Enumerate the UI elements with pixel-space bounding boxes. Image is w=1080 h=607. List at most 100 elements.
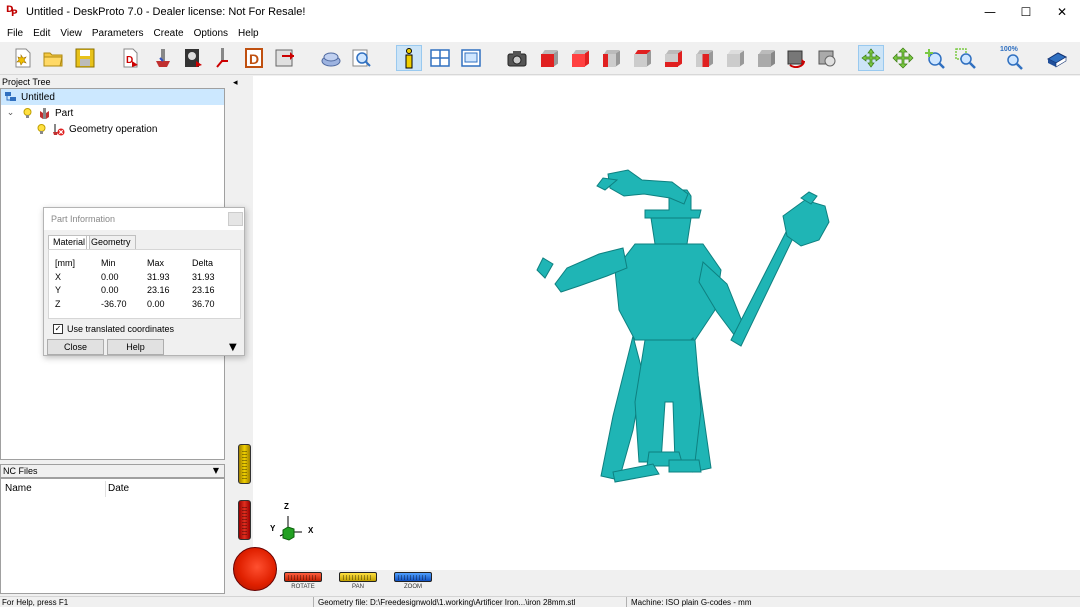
translated-coordinates-label[interactable]: Use translated coordinates bbox=[67, 324, 174, 334]
import-geometry-button[interactable]: D bbox=[118, 45, 144, 71]
tab-material[interactable]: Material bbox=[48, 235, 91, 249]
cube-front-icon bbox=[539, 49, 558, 67]
tree-item-geometry-operation[interactable]: Geometry operation bbox=[35, 121, 157, 137]
view-right-button[interactable] bbox=[628, 45, 654, 71]
menu-create[interactable]: Create bbox=[149, 28, 189, 39]
menu-options[interactable]: Options bbox=[189, 28, 233, 39]
export-icon bbox=[275, 49, 294, 67]
view-bottom-button[interactable] bbox=[690, 45, 716, 71]
zoom-100-button[interactable]: 100% bbox=[999, 45, 1025, 71]
layout-button[interactable] bbox=[427, 45, 453, 71]
rotate-view-button[interactable] bbox=[783, 45, 809, 71]
d-button[interactable]: D bbox=[241, 45, 267, 71]
menu-help[interactable]: Help bbox=[233, 28, 264, 39]
open-file-button[interactable] bbox=[40, 45, 66, 71]
new-file-button[interactable] bbox=[10, 45, 36, 71]
zoom-control[interactable] bbox=[394, 572, 432, 582]
material-block-button[interactable] bbox=[318, 45, 344, 71]
view-top-button[interactable] bbox=[659, 45, 685, 71]
cube-gray-icon bbox=[756, 49, 775, 67]
nc-files-list: Name Date bbox=[0, 478, 225, 594]
dialog-title[interactable]: Part Information bbox=[44, 208, 244, 230]
expand-dialog-icon[interactable]: ▼ bbox=[229, 342, 237, 353]
rotation-dial[interactable] bbox=[233, 547, 277, 591]
zoom-in-button[interactable] bbox=[921, 45, 947, 71]
tree-item-part[interactable]: ⌄ Part bbox=[4, 105, 73, 121]
viewport-bottom-strip bbox=[253, 570, 1080, 594]
pan-view-alt-button[interactable] bbox=[814, 45, 840, 71]
model-part-13 bbox=[634, 339, 702, 463]
nc-column-name[interactable]: Name bbox=[5, 483, 32, 494]
max-header: Max bbox=[147, 258, 165, 268]
nc-column-date[interactable]: Date bbox=[108, 483, 129, 494]
3d-model-render[interactable] bbox=[253, 76, 1080, 570]
rotate-control[interactable] bbox=[284, 572, 322, 582]
model-part-15 bbox=[668, 459, 702, 473]
project-icon bbox=[5, 91, 16, 101]
translated-coordinates-checkbox[interactable]: ✓ bbox=[53, 324, 63, 334]
menu-view[interactable]: View bbox=[55, 28, 87, 39]
project-tree-header: Project Tree bbox=[0, 76, 225, 88]
yellow-slider[interactable] bbox=[238, 444, 251, 484]
zoom-window-button[interactable] bbox=[952, 45, 978, 71]
view-front-button[interactable] bbox=[535, 45, 561, 71]
close-window-button[interactable]: ✕ bbox=[1044, 0, 1080, 24]
import-geometry-icon: D bbox=[123, 48, 138, 68]
close-button[interactable]: Close bbox=[47, 339, 104, 355]
expander-icon[interactable]: ⌄ bbox=[4, 107, 17, 120]
pan-tool-button[interactable] bbox=[890, 45, 916, 71]
export-button[interactable] bbox=[272, 45, 298, 71]
bitmap-icon bbox=[185, 49, 202, 67]
menu-edit[interactable]: Edit bbox=[28, 28, 55, 39]
window-title: Untitled - DeskProto 7.0 - Dealer licens… bbox=[26, 6, 306, 18]
view-iso-button[interactable] bbox=[721, 45, 747, 71]
bitmap-button[interactable] bbox=[180, 45, 206, 71]
rotate-tool-button[interactable] bbox=[858, 45, 884, 71]
menu-parameters[interactable]: Parameters bbox=[87, 28, 149, 39]
part-operation-icon bbox=[156, 49, 170, 67]
lightbulb-icon[interactable] bbox=[21, 107, 34, 120]
view-left-button[interactable] bbox=[597, 45, 623, 71]
tree-item-label: Geometry operation bbox=[69, 123, 158, 135]
book-button[interactable] bbox=[1044, 45, 1070, 71]
collapse-panel-icon[interactable]: ◂ bbox=[233, 78, 238, 88]
info-button[interactable] bbox=[396, 45, 422, 71]
help-button[interactable]: Help bbox=[107, 339, 164, 355]
save-file-button[interactable] bbox=[72, 45, 98, 71]
zoom-in-icon bbox=[925, 49, 945, 69]
3d-viewport[interactable]: Z Y X bbox=[253, 76, 1080, 570]
view-back-button[interactable] bbox=[566, 45, 592, 71]
tab-geometry[interactable]: Geometry bbox=[86, 235, 136, 249]
search-part-button[interactable] bbox=[348, 45, 374, 71]
part-icon bbox=[40, 107, 49, 119]
y-min: 0.00 bbox=[101, 285, 119, 295]
tree-item-untitled[interactable]: Untitled bbox=[1, 89, 224, 105]
row-label-y: Y bbox=[55, 285, 62, 295]
dropdown-arrow-icon[interactable]: ▼ bbox=[213, 465, 219, 477]
part-operation-button[interactable] bbox=[150, 45, 176, 71]
x-min: 0.00 bbox=[101, 272, 119, 282]
book-icon bbox=[1046, 52, 1068, 68]
screen-button[interactable] bbox=[458, 45, 484, 71]
camera-button[interactable] bbox=[504, 45, 530, 71]
menu-file[interactable]: File bbox=[2, 28, 28, 39]
nc-files-header[interactable]: NC Files ▼ bbox=[0, 464, 225, 478]
vector-button[interactable] bbox=[211, 45, 237, 71]
pan-control[interactable] bbox=[339, 572, 377, 582]
dialog-close-button[interactable] bbox=[228, 212, 243, 226]
status-bar: For Help, press F1 Geometry file: D:\Fre… bbox=[0, 596, 1080, 607]
menu-bar: File Edit View Parameters Create Options… bbox=[0, 24, 1080, 42]
red-slider[interactable] bbox=[238, 500, 251, 540]
d-icon: D bbox=[245, 48, 263, 68]
view-gray-button[interactable] bbox=[752, 45, 778, 71]
lightbulb-icon[interactable] bbox=[35, 123, 48, 136]
toolbar: D D 100% bbox=[0, 42, 1080, 75]
nc-files-title: NC Files bbox=[3, 466, 38, 476]
maximize-button[interactable]: ☐ bbox=[1008, 0, 1044, 24]
z-max: 0.00 bbox=[147, 299, 165, 309]
unit-header: [mm] bbox=[55, 258, 75, 268]
info-icon bbox=[405, 48, 413, 69]
rotate-view-icon bbox=[787, 50, 806, 69]
minimize-button[interactable]: — bbox=[972, 0, 1008, 24]
column-divider[interactable] bbox=[105, 481, 106, 497]
